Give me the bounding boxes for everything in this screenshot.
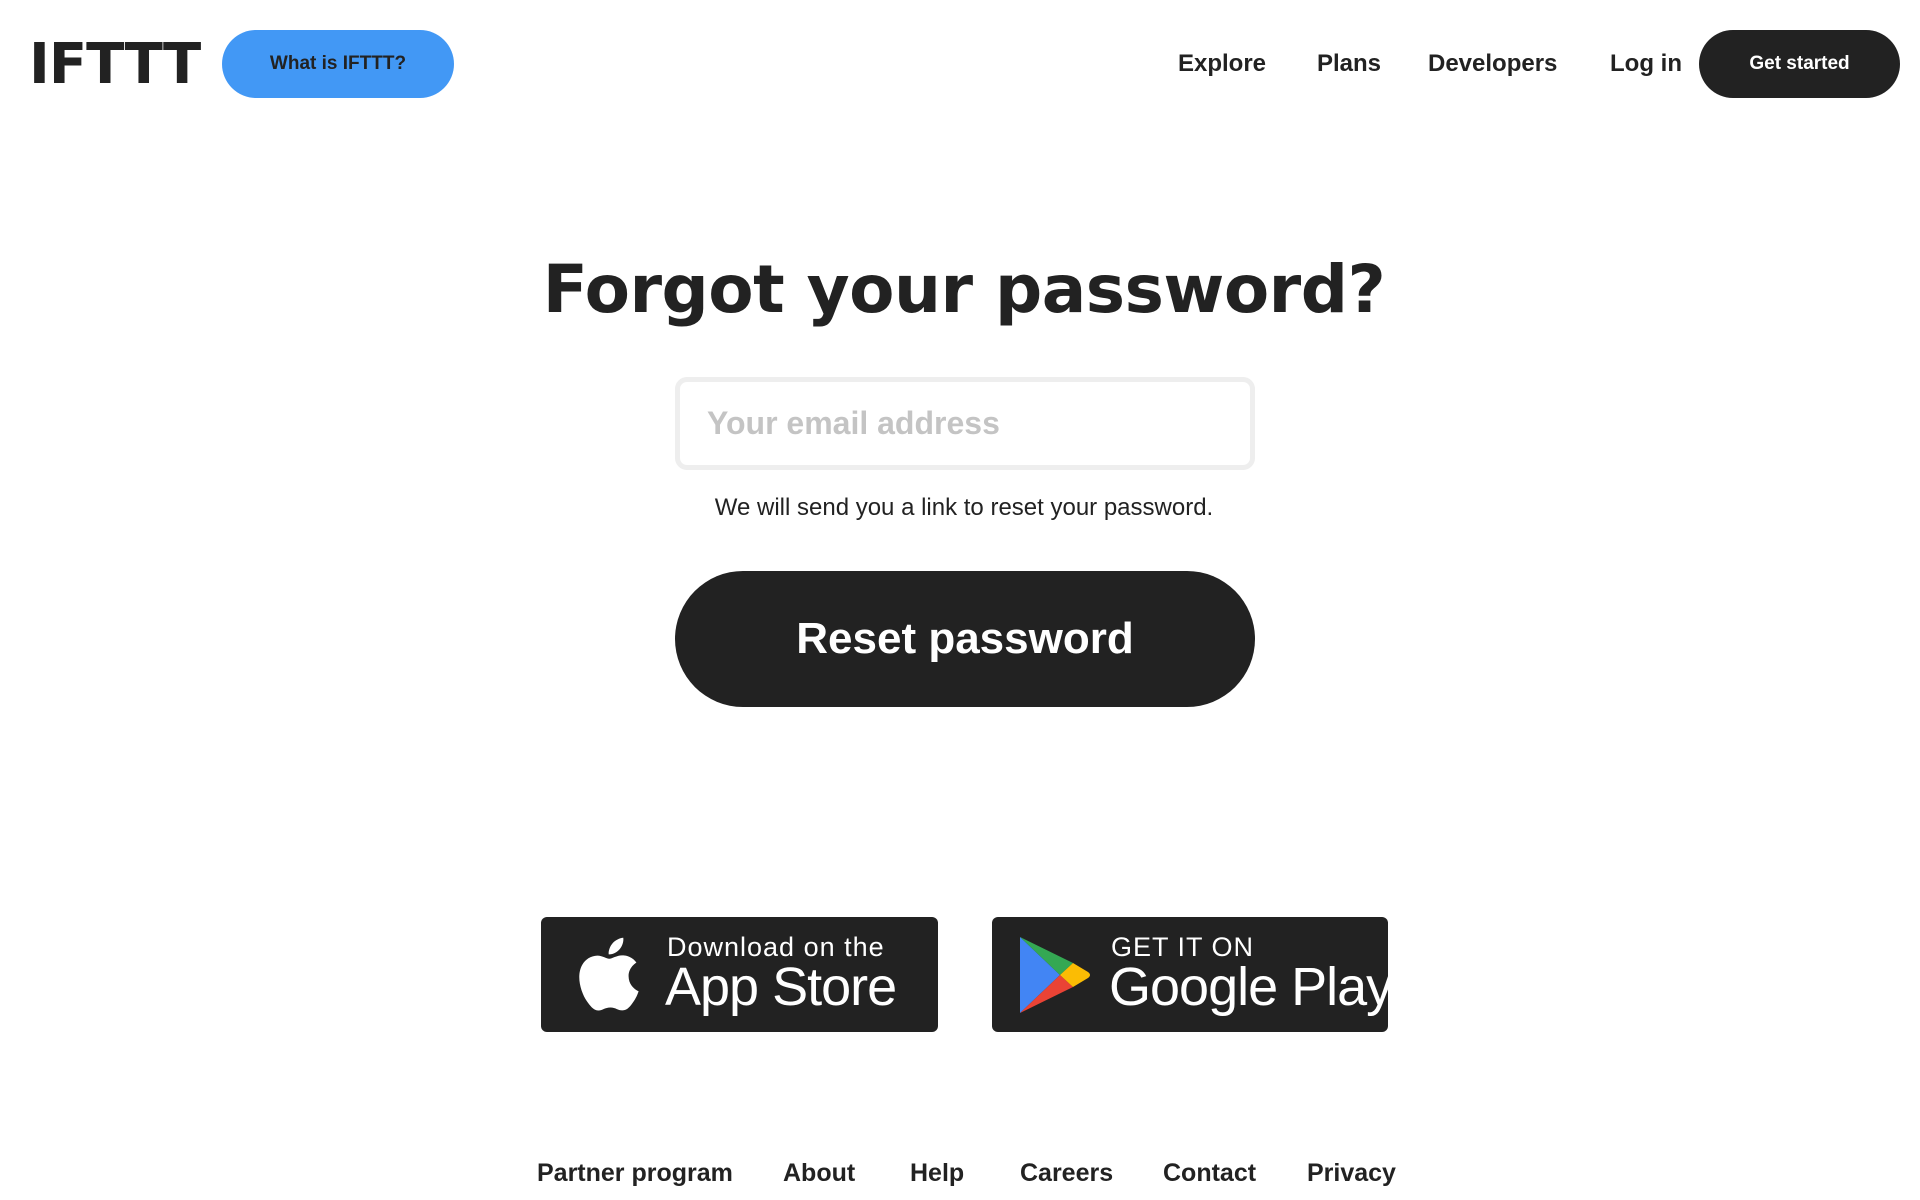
reset-password-button[interactable]: Reset password	[675, 571, 1255, 707]
nav-login-link[interactable]: Log in	[1610, 30, 1682, 98]
helper-text: We will send you a link to reset your pa…	[714, 494, 1214, 521]
google-play-big-text: Google Play	[1109, 957, 1393, 1017]
apple-icon	[574, 935, 640, 1018]
google-play-badge[interactable]: GET IT ON Google Play	[992, 917, 1393, 1032]
footer-about-link[interactable]: About	[783, 1155, 855, 1191]
google-play-icon	[1018, 935, 1090, 1020]
get-started-button[interactable]: Get started	[1699, 30, 1900, 98]
page-title: Forgot your password?	[542, 251, 1386, 328]
nav-plans-link[interactable]: Plans	[1317, 30, 1381, 98]
footer-help-link[interactable]: Help	[910, 1155, 964, 1191]
footer-careers-link[interactable]: Careers	[1020, 1155, 1113, 1191]
footer-privacy-link[interactable]: Privacy	[1307, 1155, 1396, 1191]
main-nav: Explore Plans Developers Log in	[0, 30, 1920, 98]
footer-partner-program-link[interactable]: Partner program	[537, 1155, 733, 1191]
email-input[interactable]	[680, 382, 1250, 465]
app-store-big-text: App Store	[665, 957, 897, 1017]
footer-contact-link[interactable]: Contact	[1163, 1155, 1256, 1191]
nav-explore-link[interactable]: Explore	[1178, 30, 1266, 98]
email-field-wrapper	[675, 377, 1255, 470]
nav-developers-link[interactable]: Developers	[1428, 30, 1557, 98]
site-header: IFTTT What is IFTTT? Explore Plans Devel…	[0, 0, 1920, 126]
app-store-badge[interactable]: Download on the App Store	[541, 917, 938, 1032]
